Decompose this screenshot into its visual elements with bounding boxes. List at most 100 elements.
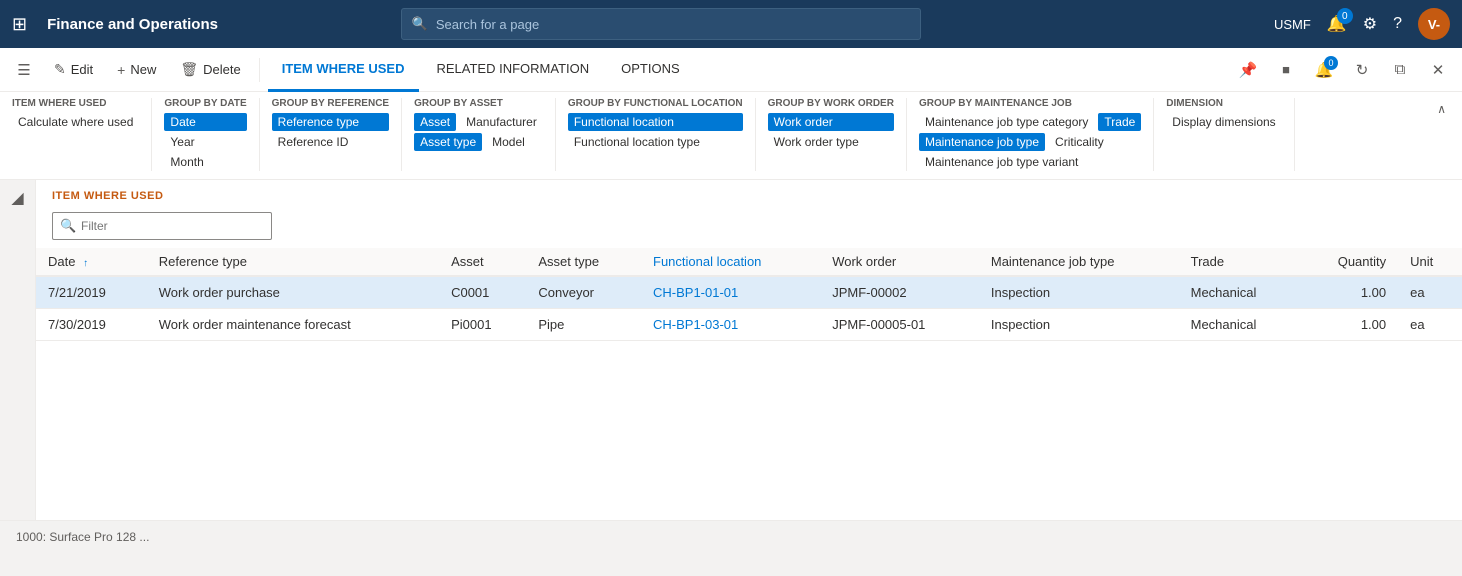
col-asset-type: Asset type: [526, 248, 641, 276]
ribbon-maintenance-job-type[interactable]: Maintenance job type: [919, 133, 1045, 151]
filter-funnel-icon[interactable]: ◢: [11, 188, 23, 208]
ribbon-group-date: GROUP BY DATE Date Year Month: [152, 98, 259, 171]
delete-icon: 🗑: [180, 61, 198, 78]
cell-unit-2: ea: [1398, 309, 1462, 341]
company-label: USMF: [1274, 17, 1311, 32]
ribbon-group-title-dimension: DIMENSION: [1166, 98, 1281, 109]
status-text: 1000: Surface Pro 128 ...: [16, 530, 149, 544]
delete-button[interactable]: 🗑 Delete: [170, 55, 250, 84]
status-bar: 1000: Surface Pro 128 ...: [0, 520, 1462, 552]
ribbon-reference-type[interactable]: Reference type: [272, 113, 389, 131]
cell-quantity-2: 1.00: [1300, 309, 1398, 341]
notification-bell-icon[interactable]: 🔔 0: [1327, 14, 1347, 34]
ribbon-asset-type[interactable]: Asset type: [414, 133, 482, 151]
ribbon-items-maintenance-job: Maintenance job type category Trade Main…: [919, 113, 1141, 171]
tab-options[interactable]: OPTIONS: [607, 48, 694, 92]
cell-date-2: 7/30/2019: [36, 309, 147, 341]
col-quantity: Quantity: [1300, 248, 1398, 276]
ribbon-group-title-item-where-used: ITEM WHERE USED: [12, 98, 139, 109]
ribbon-month[interactable]: Month: [164, 153, 246, 171]
ribbon-work-order-type[interactable]: Work order type: [768, 133, 894, 151]
ribbon-group-work-order: GROUP BY WORK ORDER Work order Work orde…: [756, 98, 907, 171]
ribbon-work-order[interactable]: Work order: [768, 113, 894, 131]
col-asset: Asset: [439, 248, 526, 276]
ribbon-display-dimensions[interactable]: Display dimensions: [1166, 113, 1281, 131]
user-avatar[interactable]: V-: [1418, 8, 1450, 40]
filter-search-icon: 🔍: [60, 218, 76, 234]
ribbon-asset[interactable]: Asset: [414, 113, 456, 131]
top-bar-right: USMF 🔔 0 ⚙ ? V-: [1274, 8, 1450, 40]
refresh-icon[interactable]: ↻: [1346, 54, 1378, 86]
ribbon-items-asset: Asset Manufacturer Asset type Model: [414, 113, 543, 151]
filter-input[interactable]: [52, 212, 272, 240]
col-reference-type: Reference type: [147, 248, 439, 276]
edit-button[interactable]: ✎ Edit: [44, 55, 103, 84]
ribbon-group-asset: GROUP BY ASSET Asset Manufacturer Asset …: [402, 98, 556, 171]
data-section-title: ITEM WHERE USED: [36, 180, 1462, 208]
cell-work-order-2: JPMF-00005-01: [820, 309, 979, 341]
new-button[interactable]: + New: [107, 56, 166, 84]
cell-functional-location-2[interactable]: CH-BP1-03-01: [641, 309, 820, 341]
ribbon-collapse-icon[interactable]: ∧: [1433, 98, 1450, 120]
ribbon-model[interactable]: Model: [486, 133, 531, 151]
data-area: ITEM WHERE USED 🔍 Date ↑ Reference type …: [36, 180, 1462, 520]
cell-maintenance-job-type-2: Inspection: [979, 309, 1179, 341]
command-bar: ☰ ✎ Edit + New 🗑 Delete ITEM WHERE USED …: [0, 48, 1462, 92]
cell-functional-location-1[interactable]: CH-BP1-01-01: [641, 276, 820, 309]
ribbon-group-title-asset: GROUP BY ASSET: [414, 98, 543, 109]
ribbon-calculate-where-used[interactable]: Calculate where used: [12, 113, 139, 131]
ribbon-date[interactable]: Date: [164, 113, 246, 131]
ribbon-group-title-maintenance-job: GROUP BY MAINTENANCE JOB: [919, 98, 1141, 109]
col-unit: Unit: [1398, 248, 1462, 276]
open-in-new-icon[interactable]: ⧉: [1384, 54, 1416, 86]
ribbon-functional-location-type[interactable]: Functional location type: [568, 133, 743, 151]
tab-related-information[interactable]: RELATED INFORMATION: [423, 48, 604, 92]
notification-icon2[interactable]: 🔔 0: [1308, 54, 1340, 86]
ribbon-group-dimension: DIMENSION Display dimensions: [1154, 98, 1294, 171]
app-title: Finance and Operations: [47, 16, 218, 33]
col-functional-location: Functional location: [641, 248, 820, 276]
ribbon-group-maintenance-job: GROUP BY MAINTENANCE JOB Maintenance job…: [907, 98, 1154, 171]
cell-reference-type-2: Work order maintenance forecast: [147, 309, 439, 341]
ribbon-items-work-order: Work order Work order type: [768, 113, 894, 151]
col-work-order: Work order: [820, 248, 979, 276]
cell-asset-type-2: Pipe: [526, 309, 641, 341]
notification-badge: 0: [1337, 8, 1353, 24]
data-table: Date ↑ Reference type Asset Asset type F…: [36, 248, 1462, 520]
search-input[interactable]: [436, 17, 910, 32]
filter-panel: ◢: [0, 180, 36, 520]
hamburger-menu-icon[interactable]: ☰: [8, 54, 40, 86]
ribbon-manufacturer[interactable]: Manufacturer: [460, 113, 543, 131]
col-trade: Trade: [1179, 248, 1301, 276]
cell-reference-type-1: Work order purchase: [147, 276, 439, 309]
pin-icon[interactable]: 📌: [1232, 54, 1264, 86]
settings-gear-icon[interactable]: ⚙: [1363, 14, 1377, 34]
ribbon-maintenance-job-type-category[interactable]: Maintenance job type category: [919, 113, 1094, 131]
ribbon-maintenance-job-type-variant[interactable]: Maintenance job type variant: [919, 153, 1141, 171]
cell-quantity-1: 1.00: [1300, 276, 1398, 309]
ribbon-reference-id[interactable]: Reference ID: [272, 133, 389, 151]
badge2: 0: [1324, 56, 1338, 70]
cell-trade-1: Mechanical: [1179, 276, 1301, 309]
cell-asset-type-1: Conveyor: [526, 276, 641, 309]
col-date[interactable]: Date ↑: [36, 248, 147, 276]
table-row[interactable]: 7/21/2019 Work order purchase C0001 Conv…: [36, 276, 1462, 309]
ribbon-year[interactable]: Year: [164, 133, 246, 151]
table-body: 7/21/2019 Work order purchase C0001 Conv…: [36, 276, 1462, 341]
ribbon-criticality[interactable]: Criticality: [1049, 133, 1110, 151]
ribbon-group-title-date: GROUP BY DATE: [164, 98, 246, 109]
ribbon-items-date: Date Year Month: [164, 113, 246, 171]
help-icon[interactable]: ?: [1393, 15, 1402, 33]
search-box[interactable]: 🔍: [401, 8, 921, 40]
close-icon[interactable]: ✕: [1422, 54, 1454, 86]
ribbon-trade[interactable]: Trade: [1098, 113, 1141, 131]
col-maintenance-job-type: Maintenance job type: [979, 248, 1179, 276]
waffle-icon[interactable]: ⊞: [12, 14, 27, 35]
table-row[interactable]: 7/30/2019 Work order maintenance forecas…: [36, 309, 1462, 341]
tab-item-where-used[interactable]: ITEM WHERE USED: [268, 48, 419, 92]
ribbon-functional-location[interactable]: Functional location: [568, 113, 743, 131]
table-header: Date ↑ Reference type Asset Asset type F…: [36, 248, 1462, 276]
office-icon[interactable]: ■: [1270, 54, 1302, 86]
command-bar-right: 📌 ■ 🔔 0 ↻ ⧉ ✕: [1232, 54, 1454, 86]
ribbon-items-dimension: Display dimensions: [1166, 113, 1281, 131]
